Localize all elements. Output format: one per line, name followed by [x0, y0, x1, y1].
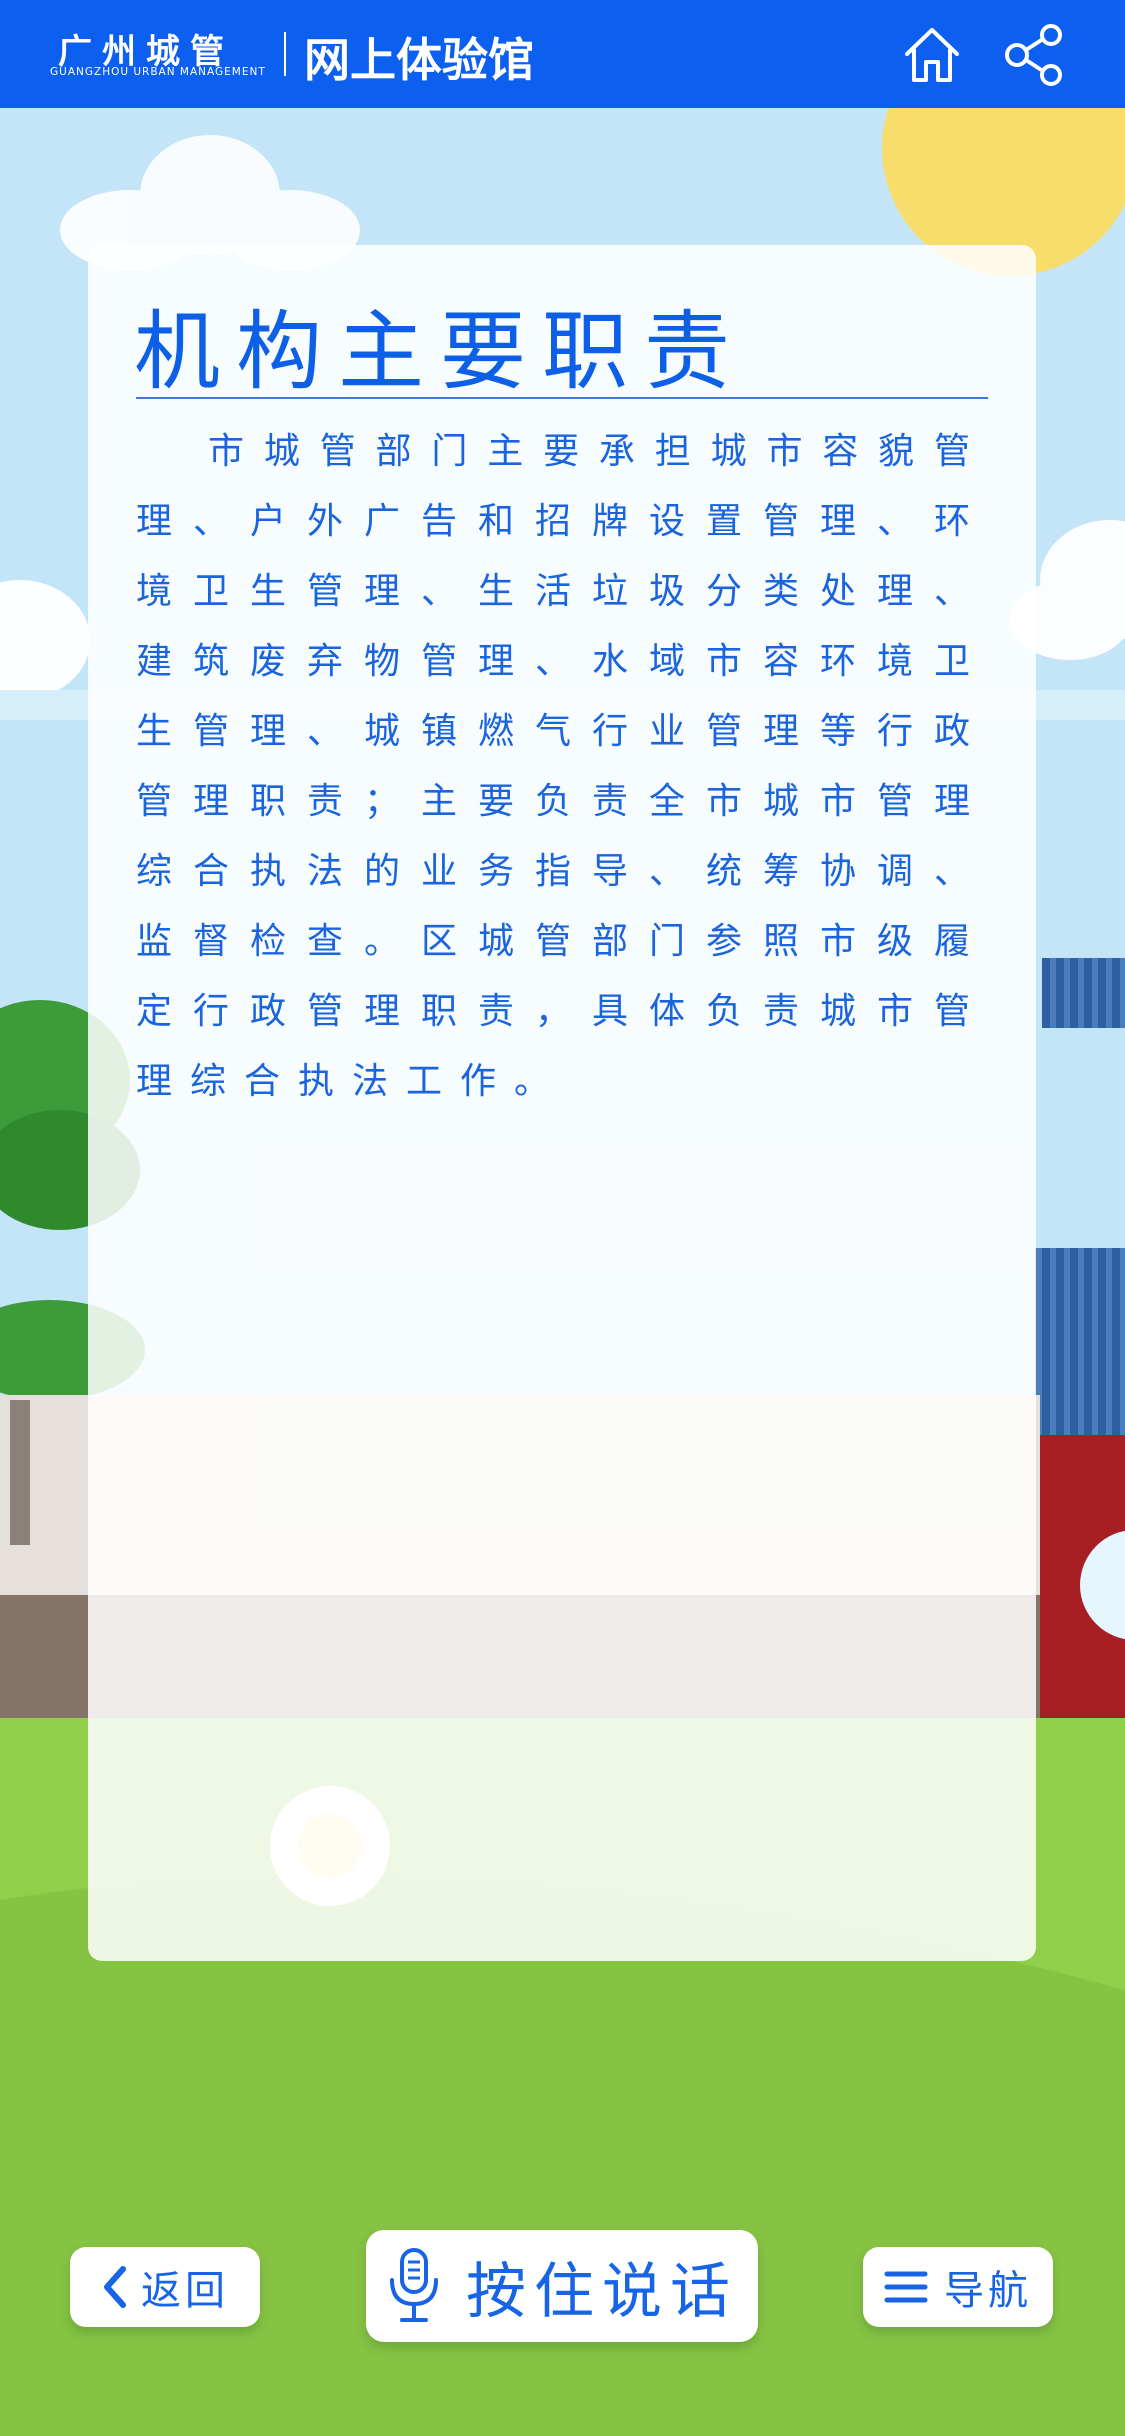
back-button[interactable]: 返回 [70, 2247, 260, 2327]
nav-label: 导航 [944, 2268, 1032, 2314]
title-divider [136, 397, 988, 399]
navigation-button[interactable]: 导航 [863, 2247, 1053, 2327]
card-title: 机构主要职责 [134, 302, 746, 402]
share-button[interactable] [1003, 24, 1065, 86]
top-bar: 广州城管 GUANGZHOU URBAN MANAGEMENT 网上体验馆 [0, 0, 1125, 108]
microphone-icon [390, 2248, 438, 2322]
home-icon [905, 28, 959, 82]
back-label: 返回 [141, 2268, 229, 2314]
menu-icon [884, 2271, 928, 2303]
chevron-left-icon [104, 2266, 126, 2308]
share-icon [1005, 24, 1062, 86]
home-button[interactable] [901, 24, 963, 86]
speak-label: 按住说话 [466, 2256, 738, 2327]
content-card: 机构主要职责 市城管部门主要承担城市容貌管理、户外广告和招牌设置管理、环境卫生管… [88, 245, 1036, 1961]
hold-to-talk-button[interactable]: 按住说话 [366, 2230, 758, 2342]
card-body-text: 市城管部门主要承担城市容貌管理、户外广告和招牌设置管理、环境卫生管理、生活垃圾分… [136, 431, 988, 1102]
logo-subtitle: GUANGZHOU URBAN MANAGEMENT [50, 66, 266, 78]
page-title: 网上体验馆 [304, 33, 534, 87]
header-divider [284, 32, 286, 76]
